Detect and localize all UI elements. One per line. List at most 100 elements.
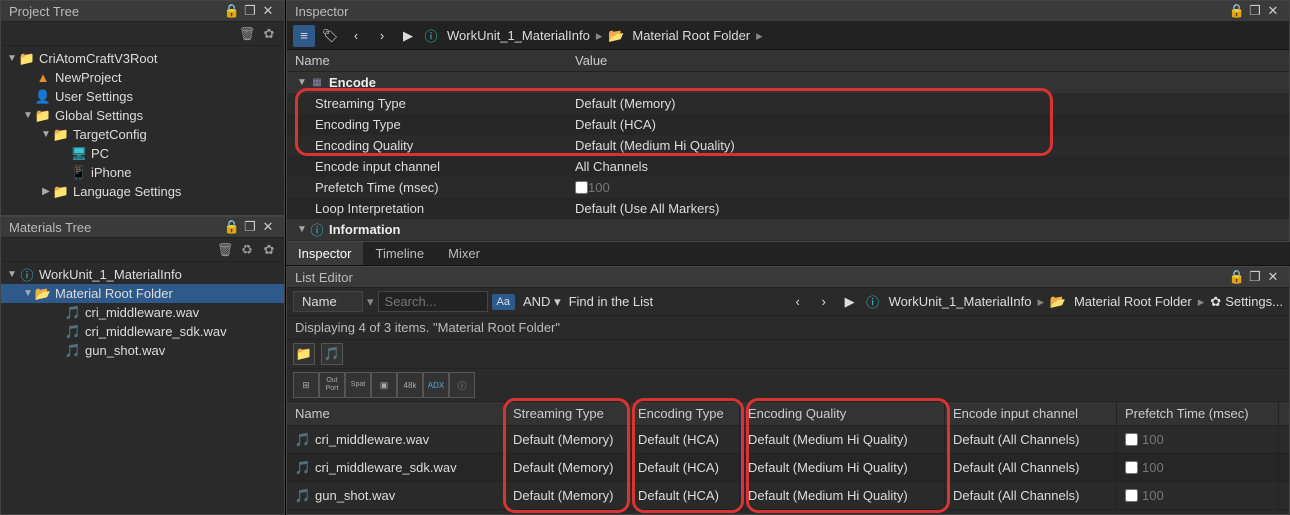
cell[interactable]: 100 — [1142, 488, 1164, 503]
tree-root[interactable]: CriAtomCraftV3Root — [39, 51, 157, 66]
nav-back-icon[interactable]: ‹ — [787, 291, 809, 313]
lock-icon[interactable]: 🔒 — [224, 219, 240, 235]
pt-check[interactable] — [1125, 461, 1138, 474]
prop-value[interactable]: Default (Memory) — [575, 96, 1289, 111]
settings-link[interactable]: Settings... — [1225, 294, 1283, 309]
gear-icon[interactable]: ✿ — [260, 25, 278, 43]
pt-check[interactable] — [1125, 433, 1138, 446]
prop-value[interactable]: Default (HCA) — [575, 117, 1289, 132]
section-information[interactable]: Information — [329, 222, 401, 237]
lock-icon[interactable]: 🔒 — [1229, 3, 1245, 19]
tree-file[interactable]: cri_middleware.wav — [85, 305, 199, 320]
col-name[interactable]: Name — [287, 402, 505, 425]
cell[interactable]: Default (HCA) — [630, 482, 740, 509]
prop-value[interactable]: All Channels — [575, 159, 1289, 174]
filter-field-select[interactable]: Name — [293, 291, 363, 312]
cell[interactable]: Default (All Channels) — [945, 426, 1117, 453]
inspector-title: Inspector 🔒 ❐ ✕ — [287, 1, 1289, 22]
gear-icon[interactable]: ✿ — [1210, 294, 1221, 310]
nav-up-icon[interactable]: ▶ — [397, 25, 419, 47]
prefetch-checkbox[interactable] — [575, 181, 588, 194]
cell[interactable]: Default (Memory) — [505, 426, 630, 453]
audio-icon[interactable]: 🎵 — [321, 343, 343, 365]
list-icon[interactable]: ≡ — [293, 25, 315, 47]
view-btn-4[interactable]: ▣ — [371, 372, 397, 398]
tree-item[interactable]: Global Settings — [55, 108, 143, 123]
cell[interactable]: 100 — [1142, 460, 1164, 475]
list-editor-title: List Editor 🔒 ❐ ✕ — [287, 267, 1289, 288]
tree-file[interactable]: gun_shot.wav — [85, 343, 165, 358]
cell[interactable]: Default (Medium Hi Quality) — [740, 426, 945, 453]
view-btn-5[interactable]: 48k — [397, 372, 423, 398]
close-icon[interactable]: ✕ — [260, 219, 276, 235]
lock-icon[interactable]: 🔒 — [224, 3, 240, 19]
undock-icon[interactable]: ❐ — [1247, 3, 1263, 19]
row-name[interactable]: cri_middleware.wav — [315, 432, 429, 447]
col-streaming[interactable]: Streaming Type — [505, 402, 630, 425]
cell[interactable]: Default (Memory) — [505, 482, 630, 509]
cell[interactable]: Default (HCA) — [630, 454, 740, 481]
close-icon[interactable]: ✕ — [1265, 3, 1281, 19]
col-encoding-quality[interactable]: Encoding Quality — [740, 402, 945, 425]
tag-icon[interactable]: 🏷 — [319, 25, 341, 47]
materials-tree[interactable]: ▼ⓘWorkUnit_1_MaterialInfo ▼📂Material Roo… — [1, 262, 284, 514]
cell[interactable]: Default (Memory) — [505, 454, 630, 481]
cell[interactable]: Default (Medium Hi Quality) — [740, 482, 945, 509]
crumb-unit[interactable]: WorkUnit_1_MaterialInfo — [447, 28, 590, 43]
project-tree[interactable]: ▼📁CriAtomCraftV3Root ▲NewProject 👤User S… — [1, 46, 284, 215]
nav-fwd-icon[interactable]: › — [813, 291, 835, 313]
cell[interactable]: Default (HCA) — [630, 426, 740, 453]
undock-icon[interactable]: ❐ — [1247, 269, 1263, 285]
col-prefetch[interactable]: Prefetch Time (msec) — [1117, 402, 1279, 425]
crumb-folder[interactable]: Material Root Folder — [1074, 294, 1192, 309]
col-encoding-type[interactable]: Encoding Type — [630, 402, 740, 425]
tree-item[interactable]: TargetConfig — [73, 127, 147, 142]
row-name[interactable]: cri_middleware_sdk.wav — [315, 460, 457, 475]
view-btn-1[interactable]: ⊞ — [293, 372, 319, 398]
tree-item[interactable]: NewProject — [55, 70, 121, 85]
cell[interactable]: 100 — [1142, 432, 1164, 447]
prop-value[interactable]: 100 — [588, 180, 610, 195]
tree-item[interactable]: Language Settings — [73, 184, 181, 199]
trash-icon[interactable]: 🗑 — [238, 25, 256, 43]
view-btn-7[interactable]: ⓘ — [449, 372, 475, 398]
recycle-icon[interactable]: ♻ — [238, 241, 256, 259]
folder-icon[interactable]: 📁 — [293, 343, 315, 365]
cell[interactable]: Default (All Channels) — [945, 482, 1117, 509]
row-name[interactable]: gun_shot.wav — [315, 488, 395, 503]
pt-check[interactable] — [1125, 489, 1138, 502]
tab-inspector[interactable]: Inspector — [286, 242, 363, 265]
tab-timeline[interactable]: Timeline — [363, 242, 436, 265]
tree-item-selected[interactable]: Material Root Folder — [55, 286, 173, 301]
nav-up-icon[interactable]: ▶ — [839, 291, 861, 313]
nav-back-icon[interactable]: ‹ — [345, 25, 367, 47]
col-input-channel[interactable]: Encode input channel — [945, 402, 1117, 425]
lock-icon[interactable]: 🔒 — [1229, 269, 1245, 285]
tree-item[interactable]: WorkUnit_1_MaterialInfo — [39, 267, 182, 282]
cell[interactable]: Default (All Channels) — [945, 454, 1117, 481]
tree-item[interactable]: User Settings — [55, 89, 133, 104]
prop-value[interactable]: Default (Medium Hi Quality) — [575, 138, 1289, 153]
trash-icon[interactable]: 🗑 — [216, 241, 234, 259]
tab-mixer[interactable]: Mixer — [436, 242, 492, 265]
nav-fwd-icon[interactable]: › — [371, 25, 393, 47]
view-btn-3[interactable]: Spat — [345, 372, 371, 398]
and-toggle[interactable]: AND — [523, 294, 550, 309]
prop-value[interactable]: Default (Use All Markers) — [575, 201, 1289, 216]
tree-file[interactable]: cri_middleware_sdk.wav — [85, 324, 227, 339]
search-input[interactable] — [378, 291, 488, 312]
undock-icon[interactable]: ❐ — [242, 3, 258, 19]
gear-icon[interactable]: ✿ — [260, 241, 278, 259]
undock-icon[interactable]: ❐ — [242, 219, 258, 235]
view-btn-6[interactable]: ADX — [423, 372, 449, 398]
crumb-unit[interactable]: WorkUnit_1_MaterialInfo — [889, 294, 1032, 309]
crumb-folder[interactable]: Material Root Folder — [632, 28, 750, 43]
close-icon[interactable]: ✕ — [260, 3, 276, 19]
close-icon[interactable]: ✕ — [1265, 269, 1281, 285]
cell[interactable]: Default (Medium Hi Quality) — [740, 454, 945, 481]
section-encode[interactable]: Encode — [329, 75, 376, 90]
view-btn-2[interactable]: OutPort — [319, 372, 345, 398]
case-badge[interactable]: Aa — [492, 294, 515, 310]
tree-item[interactable]: iPhone — [91, 165, 131, 180]
tree-item[interactable]: PC — [91, 146, 109, 161]
